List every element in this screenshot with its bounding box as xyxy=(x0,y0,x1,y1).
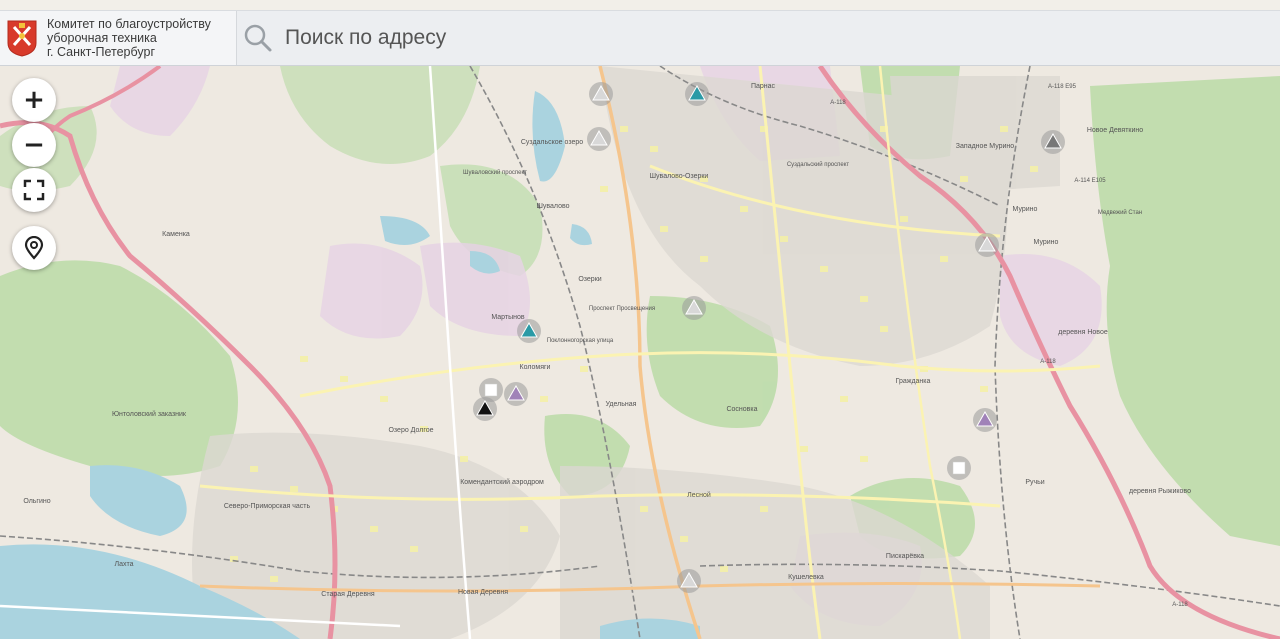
map-label: A-118 xyxy=(1040,359,1056,365)
map-label: A-114 E105 xyxy=(1074,178,1106,184)
vehicle-marker-triangle[interactable] xyxy=(504,382,528,406)
map-canvas[interactable]: Суздальское озеро Шуваловский проспект Пар… xyxy=(0,66,1280,639)
map-label: Юнтоловский заказник xyxy=(112,410,187,418)
map-label: Северо-Приморская часть xyxy=(224,503,311,510)
vehicle-marker-triangle[interactable] xyxy=(677,569,701,593)
map-label: Мурино xyxy=(1034,239,1059,246)
map-label: Медвежий Стан xyxy=(1098,209,1142,216)
map-label: A-118 xyxy=(830,100,846,106)
map-label: Пискарёвка xyxy=(886,553,924,560)
map-label: Старая Деревня xyxy=(321,591,375,598)
map-label: Удельная xyxy=(606,401,637,408)
map-label: Лахта xyxy=(115,561,134,568)
map-label: Каменка xyxy=(162,231,190,238)
map-label: Мурино xyxy=(1013,206,1038,213)
map-label: Поклонногорская улица xyxy=(547,338,614,344)
location-pin-icon xyxy=(24,236,44,260)
map-label: A-118 xyxy=(1172,602,1188,608)
vehicle-marker-square[interactable] xyxy=(947,456,971,480)
crest-icon xyxy=(7,20,37,57)
org-line-2: уборочная техника xyxy=(47,31,157,45)
map-label: Ручьи xyxy=(1025,479,1044,486)
search-icon[interactable] xyxy=(243,23,273,53)
map-label: Гражданка xyxy=(896,378,931,385)
fullscreen-icon xyxy=(23,179,45,201)
map-label: Комендантский аэродром xyxy=(460,478,544,486)
search-input[interactable] xyxy=(285,26,1085,50)
vehicle-marker-triangle[interactable] xyxy=(473,397,497,421)
vehicle-marker-triangle[interactable] xyxy=(587,127,611,151)
map-label: Коломяги xyxy=(520,364,551,371)
map-label: Мартынов xyxy=(491,314,525,321)
vehicle-marker-triangle[interactable] xyxy=(685,82,709,106)
map-label: Шувалово xyxy=(536,203,569,210)
map-label: Ольгино xyxy=(23,498,50,505)
map-label: Проспект Просвещения xyxy=(589,306,655,312)
map-label: деревня Рыжиково xyxy=(1129,488,1191,495)
locate-button[interactable] xyxy=(12,226,56,270)
org-line-1: Комитет по благоустройству xyxy=(47,17,211,31)
org-line-3: г. Санкт-Петербург xyxy=(47,45,156,59)
map-label: Сосновка xyxy=(726,406,757,413)
map-label: Суздальский проспект xyxy=(787,161,850,168)
map-label: Шувалово-Озерки xyxy=(650,173,709,180)
brand-block[interactable]: Комитет по благоустройству уборочная тех… xyxy=(0,11,237,65)
vehicle-marker-triangle[interactable] xyxy=(1041,130,1065,154)
vehicle-marker-triangle[interactable] xyxy=(975,233,999,257)
map-label: Парнас xyxy=(751,83,776,90)
map-label: Озеро Долгое xyxy=(388,427,433,434)
vehicle-marker-triangle[interactable] xyxy=(589,82,613,106)
vehicle-marker-triangle[interactable] xyxy=(517,319,541,343)
top-bar: Комитет по благоустройству уборочная тех… xyxy=(0,10,1280,66)
map-label: Кушелевка xyxy=(788,574,824,581)
search-bar xyxy=(237,11,1280,65)
map-label: Озерки xyxy=(578,276,601,283)
map-label: деревня Новое xyxy=(1058,329,1108,336)
brand-text: Комитет по благоустройству уборочная тех… xyxy=(47,17,211,59)
vehicle-marker-triangle[interactable] xyxy=(973,408,997,432)
map-label: Лесной xyxy=(687,491,711,499)
map-view[interactable]: Суздальское озеро Шуваловский проспект Пар… xyxy=(0,66,1280,639)
map-label: Западное Мурино xyxy=(956,143,1014,150)
map-label: Новое Девяткино xyxy=(1087,127,1143,134)
map-label: A-118 E95 xyxy=(1048,84,1077,90)
zoom-out-button[interactable]: − xyxy=(12,123,56,167)
map-label: Суздальское озеро xyxy=(521,139,583,146)
map-label: Шуваловский проспект xyxy=(463,169,527,176)
vehicle-marker-triangle[interactable] xyxy=(682,296,706,320)
map-label: Новая Деревня xyxy=(458,589,508,596)
fullscreen-button[interactable] xyxy=(12,168,56,212)
zoom-in-button[interactable]: + xyxy=(12,78,56,122)
